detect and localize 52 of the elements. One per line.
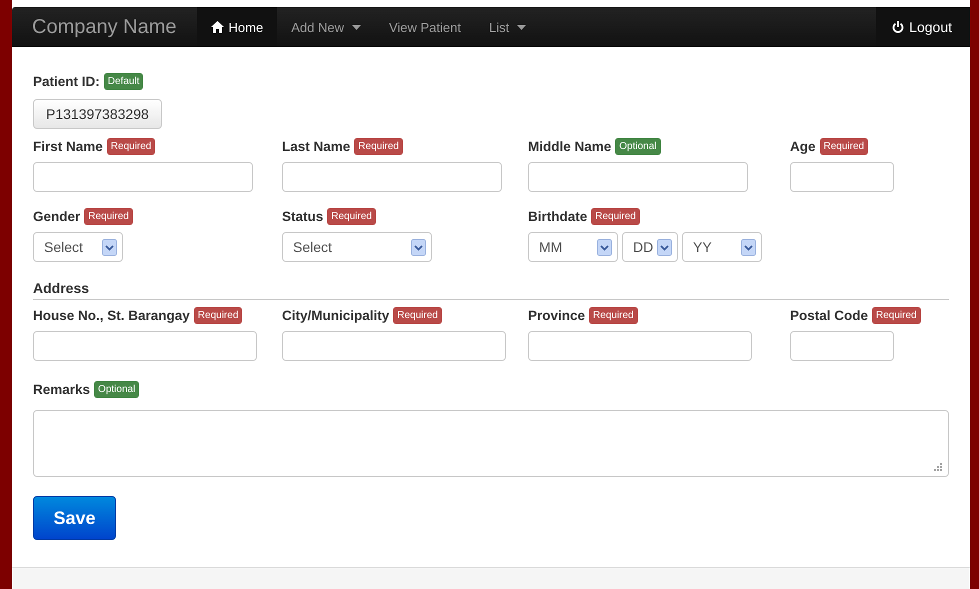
status-badge: Required [589, 306, 638, 324]
status-badge: Optional [615, 138, 661, 154]
select-dropdown[interactable]: Select [33, 232, 123, 262]
input-field[interactable] [282, 162, 502, 192]
status-badge: Required [393, 306, 442, 324]
brand-name[interactable]: Company Name [12, 7, 197, 47]
input-field[interactable] [528, 331, 752, 361]
status-badge: Required [106, 138, 156, 154]
status-badge: Default [104, 72, 144, 90]
status-badge: Optional [94, 380, 140, 398]
field-label: Middle Name [528, 138, 612, 154]
select-dropdown[interactable]: DD [622, 232, 678, 262]
nav-item[interactable]: List [474, 7, 540, 47]
select-dropdown[interactable]: MM [528, 232, 618, 262]
remarks-textarea[interactable] [33, 410, 949, 477]
caret-icon [517, 24, 526, 30]
input-field[interactable] [528, 162, 748, 192]
save-button[interactable]: Save [33, 496, 116, 540]
caret-icon [352, 24, 361, 30]
status-badge: Required [872, 306, 921, 324]
input-field[interactable] [282, 331, 506, 361]
status-badge: Required [194, 306, 242, 324]
patient-id-button[interactable]: P131397383298 [33, 99, 162, 129]
field-label: Gender [33, 208, 80, 224]
select-dropdown[interactable]: YY [682, 232, 762, 262]
input-field[interactable] [790, 162, 894, 192]
select-dropdown[interactable]: Select [282, 232, 432, 262]
field-label: House No., St. Barangay [33, 308, 190, 322]
field-label: City/Municipality [282, 308, 390, 322]
field-label: Remarks [33, 382, 90, 396]
nav-item[interactable]: View Patient [374, 7, 475, 47]
field-label: Last Name [282, 138, 350, 154]
field-label: Status [282, 208, 324, 224]
field-label: Province [528, 308, 586, 322]
input-field[interactable] [33, 331, 257, 361]
resize-grip-icon [934, 463, 942, 471]
field-label: Postal Code [790, 308, 868, 322]
status-badge: Required [327, 208, 376, 224]
home-icon [210, 21, 224, 33]
status-badge: Required [84, 208, 133, 224]
status-badge: Required [354, 138, 403, 154]
section-heading: Address [33, 280, 949, 300]
nav-item[interactable]: Add New [277, 7, 375, 47]
power-icon [892, 21, 904, 33]
status-badge: Required [591, 208, 640, 224]
input-field[interactable] [33, 162, 253, 192]
field-label: Patient ID: [33, 74, 100, 88]
status-badge: Required [820, 138, 868, 154]
field-label: First Name [33, 138, 103, 154]
field-label: Birthdate [528, 208, 588, 224]
field-label: Age [790, 138, 816, 154]
input-field[interactable] [790, 331, 894, 361]
